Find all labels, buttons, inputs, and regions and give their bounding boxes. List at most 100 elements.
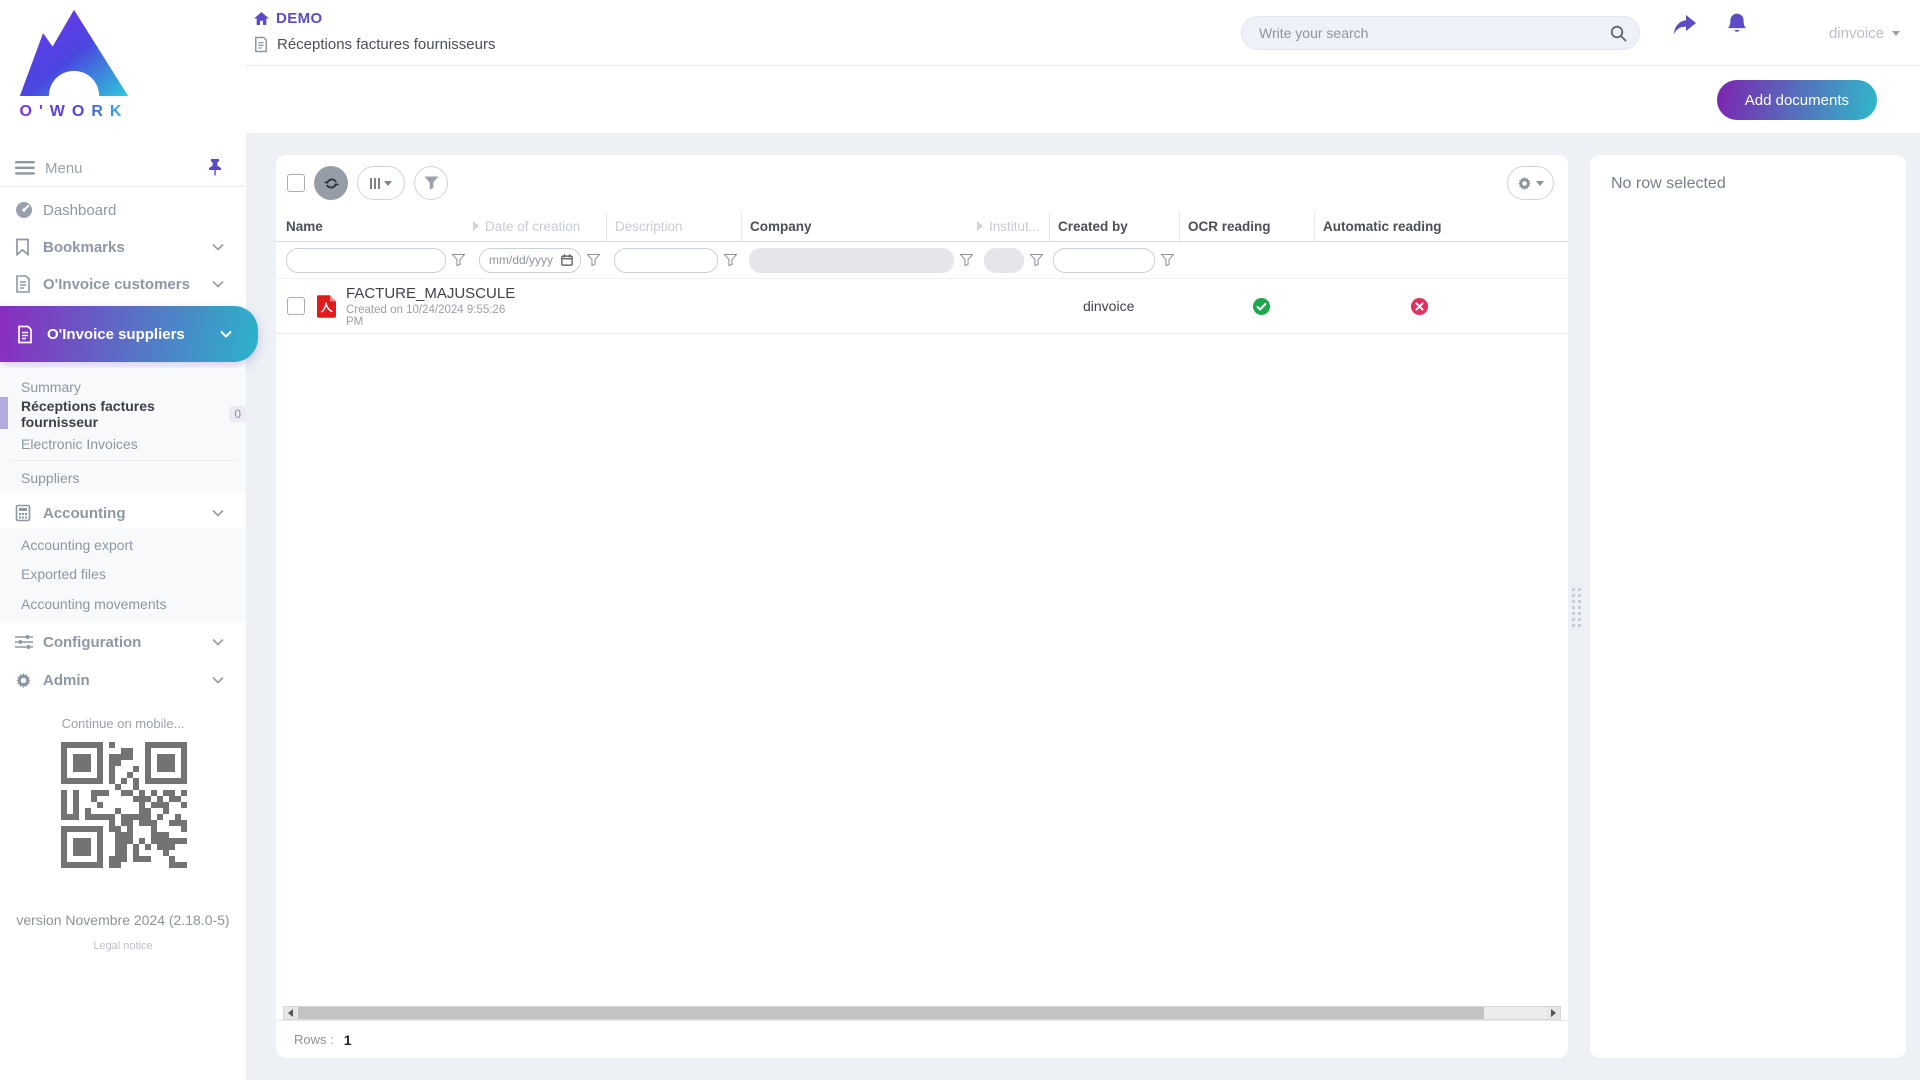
sidebar-item-label: Configuration (43, 634, 141, 651)
sidebar-item-suppliers[interactable]: Suppliers (0, 463, 246, 493)
sidebar-item-configuration[interactable]: Configuration (0, 624, 246, 660)
sidebar-item-label: Réceptions factures fournisseur (21, 398, 225, 430)
content-area: Name Date of creation Description Compan… (246, 133, 1920, 1080)
app-root: O'WORK Menu Dashboard Bookmarks (0, 0, 1920, 1080)
columns-button[interactable] (357, 166, 405, 200)
invoice-document-icon (15, 275, 33, 293)
search-icon[interactable] (1610, 25, 1627, 42)
sidebar-item-label: O'Invoice customers (43, 276, 190, 293)
scroll-right-arrow[interactable] (1547, 1007, 1560, 1019)
column-header-automatic-reading[interactable]: Automatic reading (1314, 211, 1568, 241)
detail-panel: No row selected (1590, 155, 1906, 1058)
chevron-down-icon (212, 639, 224, 646)
mobile-hint: Continue on mobile... (0, 716, 246, 731)
add-documents-button[interactable]: Add documents (1717, 80, 1877, 120)
scroll-left-arrow[interactable] (284, 1007, 297, 1019)
caret-down-icon (384, 181, 392, 186)
filter-button[interactable] (414, 166, 448, 200)
page-title-label: Réceptions factures fournisseurs (277, 36, 495, 53)
sidebar-item-bookmarks[interactable]: Bookmarks (0, 229, 246, 265)
filter-toggle-funnel-icon[interactable] (960, 254, 973, 266)
rows-label: Rows : (294, 1032, 334, 1047)
sidebar-item-accounting[interactable]: Accounting (0, 495, 246, 531)
pin-sidebar-icon[interactable] (208, 159, 222, 181)
expand-triangle-icon (977, 221, 983, 231)
share-icon[interactable] (1672, 14, 1697, 36)
documents-table-card: Name Date of creation Description Compan… (276, 155, 1568, 1058)
brand-wordmark: O'WORK (14, 103, 134, 121)
scrollbar-thumb[interactable] (298, 1007, 1484, 1019)
sidebar-item-label: Accounting export (21, 537, 133, 553)
select-all-checkbox[interactable] (287, 174, 305, 192)
row-created-by-cell: dinvoice (1049, 298, 1179, 314)
document-created-info: Created on 10/24/2024 9:55:26 PM (346, 304, 515, 328)
table-settings-button[interactable] (1507, 166, 1554, 200)
sidebar-item-label: Accounting (43, 505, 126, 522)
filter-description-input[interactable] (614, 248, 718, 273)
suppliers-submenu: Summary Réceptions factures fournisseur … (0, 368, 246, 493)
filter-toggle-funnel-icon[interactable] (1161, 254, 1174, 266)
automatic-error-icon (1410, 297, 1429, 316)
sidebar-item-accounting-movements[interactable]: Accounting movements (0, 589, 246, 619)
sidebar-item-label: Bookmarks (43, 239, 125, 256)
calculator-icon (15, 504, 33, 522)
row-ocr-status-cell (1179, 297, 1314, 316)
sidebar-item-oinvoice-customers[interactable]: O'Invoice customers (0, 266, 246, 302)
row-checkbox[interactable] (287, 297, 305, 315)
column-header-institution[interactable]: Institut... (973, 211, 1049, 241)
breadcrumb[interactable]: DEMO (254, 10, 323, 27)
active-marker (0, 397, 8, 429)
sidebar-item-receptions-factures[interactable]: Réceptions factures fournisseur 0 (0, 399, 246, 429)
column-header-name[interactable]: Name (276, 211, 471, 241)
breadcrumb-home: DEMO (276, 10, 323, 27)
sidebar-item-accounting-export[interactable]: Accounting export (0, 530, 246, 560)
column-header-ocr-reading[interactable]: OCR reading (1179, 211, 1314, 241)
column-header-date-of-creation[interactable]: Date of creation (471, 211, 606, 241)
sidebar-item-electronic-invoices[interactable]: Electronic Invoices (0, 429, 246, 459)
sidebar-item-label: Dashboard (43, 202, 116, 219)
column-header-description[interactable]: Description (606, 211, 741, 241)
table-row[interactable]: FACTURE_MAJUSCULE Created on 10/24/2024 … (276, 279, 1568, 334)
sidebar-item-label: Summary (21, 379, 81, 395)
sidebar-item-exported-files[interactable]: Exported files (0, 559, 246, 589)
horizontal-scrollbar[interactable] (283, 1006, 1561, 1020)
filter-created-by-input[interactable] (1053, 248, 1155, 273)
panel-resize-handle[interactable] (1572, 588, 1581, 627)
caret-down-icon (1892, 31, 1900, 36)
search-input[interactable] (1242, 25, 1610, 41)
sidebar-item-label: Suppliers (21, 470, 79, 486)
home-icon (254, 12, 269, 25)
gear-icon (15, 672, 33, 689)
notifications-bell-icon[interactable] (1726, 12, 1748, 36)
row-automatic-status-cell (1314, 297, 1568, 316)
menu-toggle[interactable]: Menu (0, 150, 246, 186)
menu-label: Menu (45, 160, 83, 177)
table-header-row: Name Date of creation Description Compan… (276, 211, 1568, 242)
topbar: DEMO Réceptions factures fournisseurs di… (246, 0, 1920, 66)
filter-company-input (749, 248, 954, 273)
gear-icon (1517, 176, 1532, 191)
sidebar-item-label: Accounting movements (21, 596, 167, 612)
sidebar-item-label: O'Invoice suppliers (47, 326, 185, 343)
filter-toggle-funnel-icon[interactable] (587, 254, 600, 266)
column-header-company[interactable]: Company (741, 211, 973, 241)
document-icon (254, 36, 268, 53)
filter-toggle-funnel-icon[interactable] (724, 254, 737, 266)
legal-notice-link[interactable]: Legal notice (0, 940, 246, 952)
rows-count: 1 (344, 1032, 352, 1048)
column-header-created-by[interactable]: Created by (1049, 211, 1179, 241)
mountain-logo-icon (16, 6, 132, 96)
user-menu[interactable]: dinvoice (1829, 0, 1900, 66)
filter-name-input[interactable] (286, 248, 446, 273)
filter-date-input[interactable] (479, 248, 581, 273)
refresh-button[interactable] (314, 166, 348, 200)
bookmark-icon (15, 238, 33, 256)
filter-toggle-funnel-icon[interactable] (452, 254, 465, 266)
invoice-document-icon (17, 325, 35, 344)
sidebar-item-oinvoice-suppliers[interactable]: O'Invoice suppliers (0, 306, 258, 362)
filter-toggle-funnel-icon[interactable] (1030, 254, 1043, 266)
table-empty-space (276, 334, 1568, 1006)
sidebar-item-admin[interactable]: Admin (0, 662, 246, 698)
document-title: FACTURE_MAJUSCULE (346, 285, 515, 302)
sidebar-item-dashboard[interactable]: Dashboard (0, 192, 246, 228)
